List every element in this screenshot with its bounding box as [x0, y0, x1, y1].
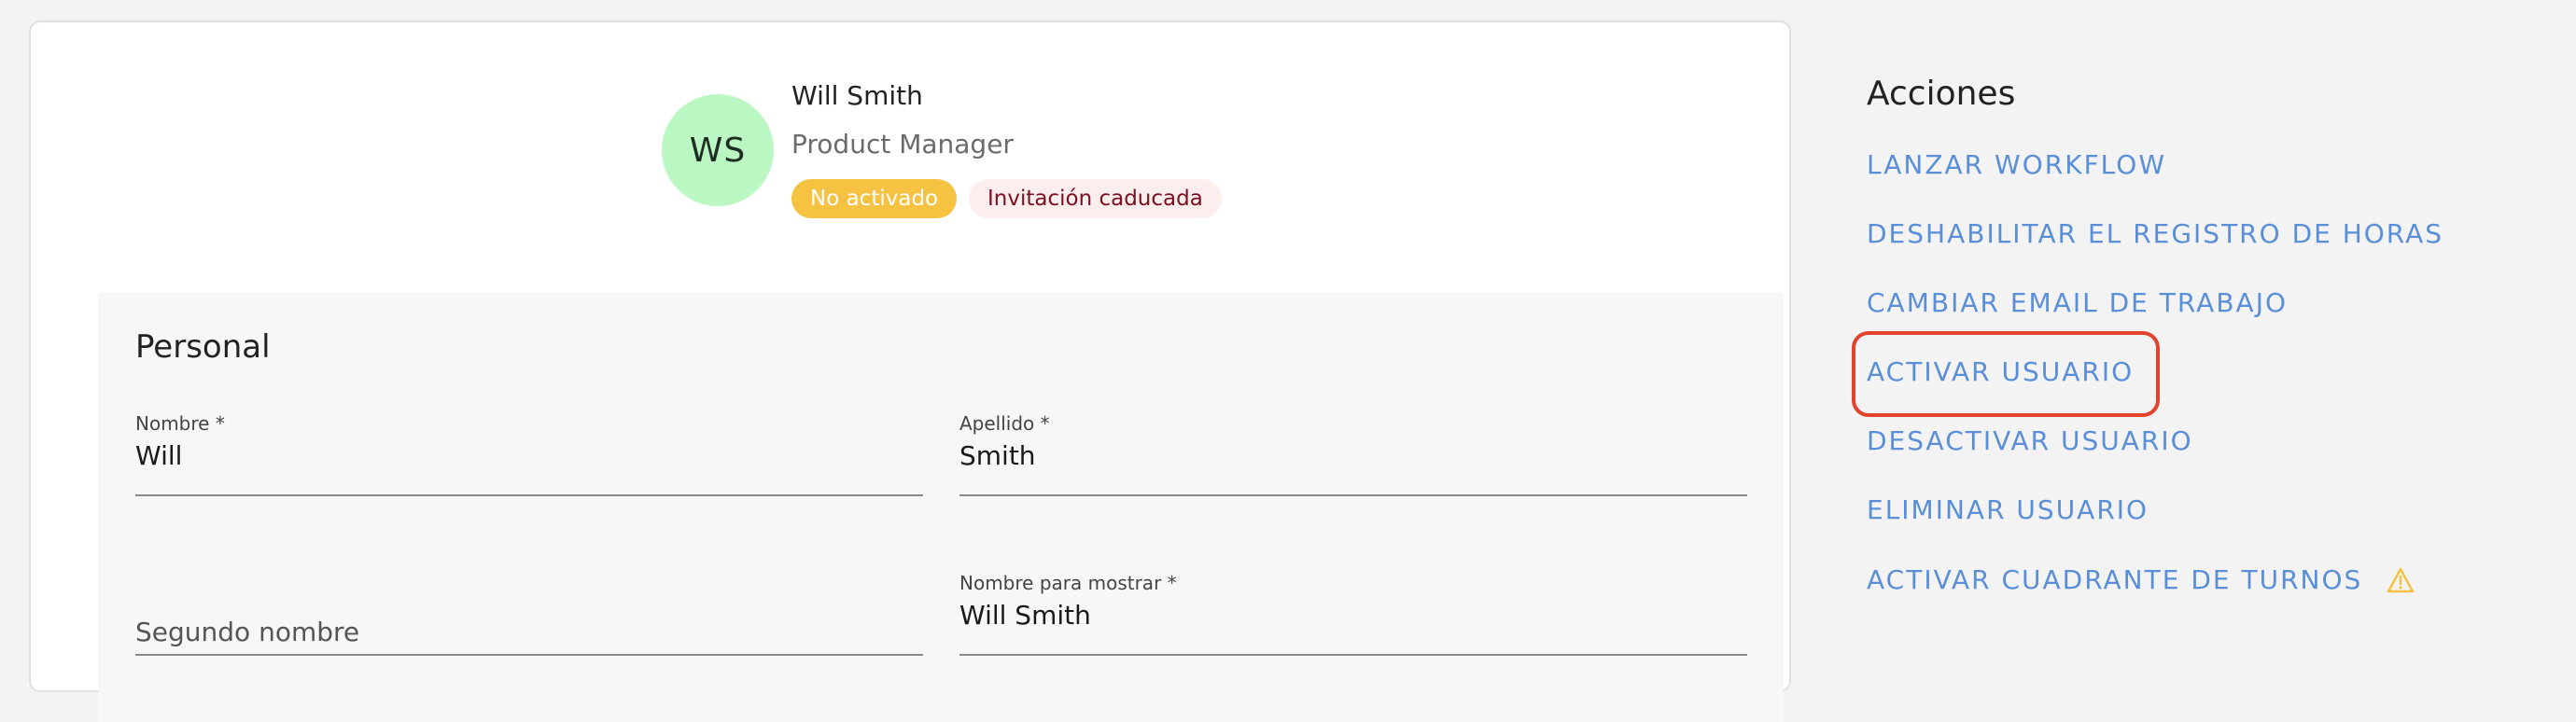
last-name-field[interactable]: Apellido * Smith: [959, 412, 1747, 496]
warning-icon: [2387, 567, 2415, 593]
avatar: WS: [662, 94, 774, 206]
actions-title: Acciones: [1867, 75, 2016, 113]
middle-name-field[interactable]: Segundo nombre: [135, 572, 923, 656]
last-name-value[interactable]: Smith: [959, 440, 1036, 471]
user-role: Product Manager: [791, 129, 1014, 160]
action-disable-time-tracking[interactable]: DESHABILITAR EL REGISTRO DE HORAS: [1867, 218, 2443, 249]
first-name-value[interactable]: Will: [135, 440, 182, 471]
section-title-personal: Personal: [135, 328, 271, 366]
personal-section: Personal Nombre * Will Apellido * Smith …: [98, 293, 1784, 722]
user-name: Will Smith: [791, 80, 923, 111]
display-name-label: Nombre para mostrar *: [959, 572, 1177, 594]
status-badge-not-activated: No activado: [791, 179, 958, 218]
activate-user-highlight: [1852, 331, 2160, 417]
action-enable-shift-schedule[interactable]: ACTIVAR CUADRANTE DE TURNOS: [1867, 564, 2415, 595]
status-badge-invitation-expired: Invitación caducada: [969, 179, 1222, 218]
first-name-label: Nombre *: [135, 412, 225, 435]
action-enable-shift-schedule-label: ACTIVAR CUADRANTE DE TURNOS: [1867, 564, 2363, 595]
middle-name-placeholder[interactable]: Segundo nombre: [135, 617, 359, 647]
user-profile-card: WS Will Smith Product Manager No activad…: [29, 21, 1791, 722]
action-change-work-email[interactable]: CAMBIAR EMAIL DE TRABAJO: [1867, 287, 2288, 318]
first-name-field[interactable]: Nombre * Will: [135, 412, 923, 496]
action-delete-user[interactable]: ELIMINAR USUARIO: [1867, 494, 2149, 525]
action-launch-workflow[interactable]: LANZAR WORKFLOW: [1867, 149, 2166, 180]
display-name-field[interactable]: Nombre para mostrar * Will Smith: [959, 572, 1747, 656]
last-name-label: Apellido *: [959, 412, 1050, 435]
display-name-value[interactable]: Will Smith: [959, 600, 1091, 631]
avatar-initials: WS: [689, 131, 747, 170]
action-deactivate-user[interactable]: DESACTIVAR USUARIO: [1867, 425, 2193, 456]
